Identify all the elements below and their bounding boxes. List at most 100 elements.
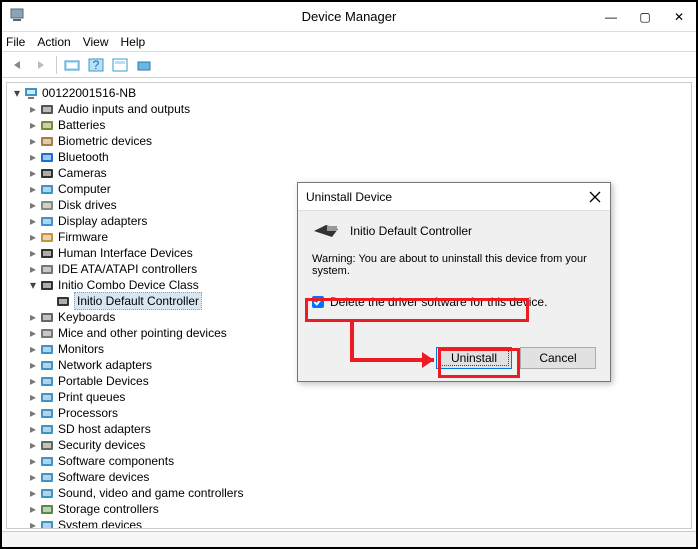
dialog-close-button[interactable] (584, 187, 606, 207)
maximize-button[interactable]: ▢ (628, 2, 662, 32)
tree-node[interactable]: ▸ Cameras (11, 165, 687, 181)
menu-file[interactable]: File (6, 35, 25, 49)
delete-driver-label: Delete the driver software for this devi… (330, 295, 547, 309)
category-icon (39, 405, 55, 421)
scan-button[interactable] (133, 55, 155, 75)
expand-toggle[interactable]: ▸ (27, 181, 39, 197)
expand-toggle[interactable]: ▸ (27, 373, 39, 389)
tree-node[interactable]: ▸ Software components (11, 453, 687, 469)
expand-toggle[interactable]: ▸ (27, 389, 39, 405)
category-icon (39, 213, 55, 229)
node-label: Print queues (58, 389, 125, 405)
tree-node[interactable]: ▸ Bluetooth (11, 149, 687, 165)
node-label: Audio inputs and outputs (58, 101, 190, 117)
expand-toggle[interactable]: ▸ (27, 197, 39, 213)
tree-node[interactable]: ▸ SD host adapters (11, 421, 687, 437)
category-icon (55, 293, 71, 309)
expand-toggle[interactable]: ▸ (27, 261, 39, 277)
expand-toggle[interactable]: ▸ (27, 117, 39, 133)
delete-driver-checkbox[interactable] (312, 296, 324, 308)
category-icon (39, 181, 55, 197)
expand-toggle[interactable]: ▾ (11, 85, 23, 101)
category-icon (39, 325, 55, 341)
category-icon (39, 421, 55, 437)
app-icon (8, 6, 26, 24)
root-label: 00122001516-NB (42, 85, 136, 101)
tree-node[interactable]: ▸ Security devices (11, 437, 687, 453)
expand-toggle[interactable]: ▸ (27, 341, 39, 357)
expand-toggle[interactable]: ▸ (27, 309, 39, 325)
expand-toggle[interactable]: ▸ (27, 101, 39, 117)
close-button[interactable]: ✕ (662, 2, 696, 32)
node-label: Human Interface Devices (58, 245, 193, 261)
tree-node[interactable]: ▸ Processors (11, 405, 687, 421)
dialog-button-row: Uninstall Cancel (312, 347, 596, 369)
menu-view[interactable]: View (83, 35, 109, 49)
node-label: Mice and other pointing devices (58, 325, 227, 341)
node-label: Keyboards (58, 309, 115, 325)
tree-node[interactable]: ▸ Audio inputs and outputs (11, 101, 687, 117)
toolbar: ? (2, 52, 696, 78)
category-icon (39, 261, 55, 277)
delete-driver-checkbox-row[interactable]: Delete the driver software for this devi… (312, 295, 596, 309)
window-controls: — ▢ ✕ (594, 2, 696, 32)
expand-toggle[interactable]: ▸ (27, 213, 39, 229)
expand-toggle[interactable]: ▸ (27, 325, 39, 341)
menu-action[interactable]: Action (37, 35, 70, 49)
tree-node[interactable]: ▸ Sound, video and game controllers (11, 485, 687, 501)
help-button[interactable]: ? (85, 55, 107, 75)
tree-node[interactable]: ▸ Batteries (11, 117, 687, 133)
dialog-title: Uninstall Device (306, 190, 392, 204)
tree-node[interactable]: ▸ Storage controllers (11, 501, 687, 517)
node-label: Software devices (58, 469, 149, 485)
expand-toggle[interactable]: ▸ (27, 165, 39, 181)
dialog-body: Initio Default Controller Warning: You a… (298, 211, 610, 381)
expand-toggle[interactable]: ▸ (27, 421, 39, 437)
node-label: Initio Combo Device Class (58, 277, 199, 293)
forward-button[interactable] (30, 55, 52, 75)
expand-toggle[interactable]: ▸ (27, 245, 39, 261)
cancel-button[interactable]: Cancel (520, 347, 596, 369)
expand-toggle[interactable]: ▸ (27, 517, 39, 529)
category-icon (39, 517, 55, 529)
node-label: Cameras (58, 165, 107, 181)
expand-toggle[interactable]: ▸ (27, 357, 39, 373)
uninstall-dialog: Uninstall Device Initio Default Controll… (297, 182, 611, 382)
tree-node[interactable]: ▸ Biometric devices (11, 133, 687, 149)
menu-bar: File Action View Help (2, 32, 696, 52)
node-label: Processors (58, 405, 118, 421)
expand-toggle[interactable]: ▾ (27, 277, 39, 293)
menu-help[interactable]: Help (121, 35, 146, 49)
category-icon (39, 149, 55, 165)
node-label: Biometric devices (58, 133, 152, 149)
category-icon (39, 197, 55, 213)
tree-root-row[interactable]: ▾ 00122001516-NB (11, 85, 687, 101)
expand-toggle[interactable]: ▸ (27, 229, 39, 245)
expand-toggle[interactable]: ▸ (27, 453, 39, 469)
expand-toggle[interactable]: ▸ (27, 501, 39, 517)
category-icon (39, 229, 55, 245)
node-label: Batteries (58, 117, 105, 133)
tree-node[interactable]: ▸ Print queues (11, 389, 687, 405)
computer-icon (23, 85, 39, 101)
expand-toggle[interactable]: ▸ (27, 149, 39, 165)
back-button[interactable] (6, 55, 28, 75)
expand-toggle[interactable]: ▸ (27, 437, 39, 453)
expand-toggle[interactable]: ▸ (27, 485, 39, 501)
expand-toggle[interactable]: ▸ (27, 133, 39, 149)
category-icon (39, 437, 55, 453)
dialog-device-row: Initio Default Controller (312, 221, 596, 241)
node-label: Network adapters (58, 357, 152, 373)
node-label: Software components (58, 453, 174, 469)
minimize-button[interactable]: — (594, 2, 628, 32)
show-hidden-button[interactable] (61, 55, 83, 75)
tree-node[interactable]: ▸ Software devices (11, 469, 687, 485)
expand-toggle[interactable]: ▸ (27, 405, 39, 421)
svg-text:?: ? (93, 58, 100, 72)
properties-button[interactable] (109, 55, 131, 75)
tree-node[interactable]: ▸ System devices (11, 517, 687, 529)
category-icon (39, 341, 55, 357)
uninstall-button[interactable]: Uninstall (436, 347, 512, 369)
node-label: Portable Devices (58, 373, 149, 389)
expand-toggle[interactable]: ▸ (27, 469, 39, 485)
